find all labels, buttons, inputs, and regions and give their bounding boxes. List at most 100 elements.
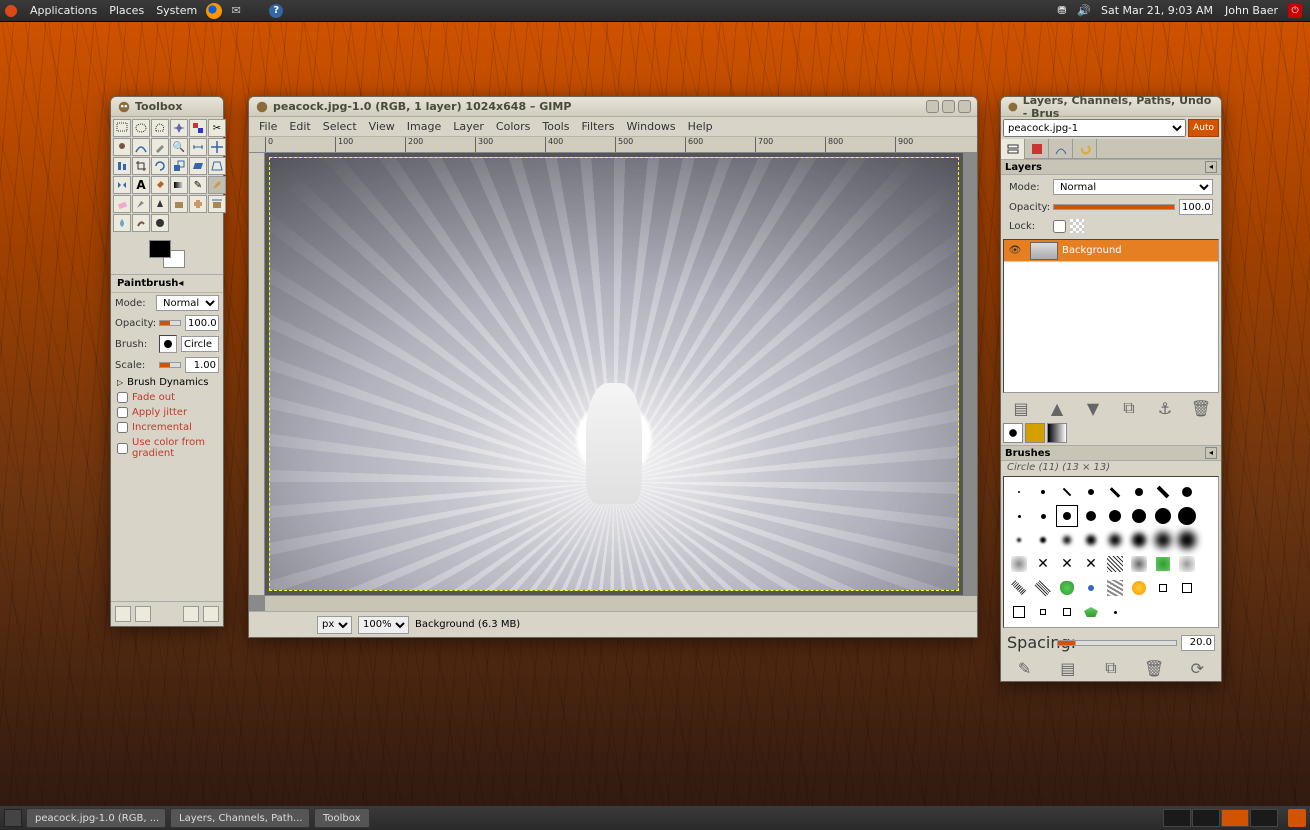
eraser-tool-icon[interactable] — [113, 195, 131, 213]
brush-item[interactable] — [1152, 553, 1174, 575]
perspective-tool-icon[interactable] — [208, 157, 226, 175]
blur-tool-icon[interactable] — [113, 214, 131, 232]
new-brush-icon[interactable]: ▤ — [1059, 659, 1077, 677]
layers-menu-icon[interactable]: ◂ — [1205, 161, 1217, 173]
file-menu[interactable]: File — [253, 120, 283, 133]
brush-item[interactable] — [1176, 505, 1198, 527]
brush-item[interactable] — [1152, 481, 1174, 503]
brush-item[interactable] — [1104, 577, 1126, 599]
scissors-tool-icon[interactable]: ✂ — [208, 119, 226, 137]
ink-tool-icon[interactable] — [151, 195, 169, 213]
task-button[interactable]: peacock.jpg-1.0 (RGB, ... — [26, 808, 166, 828]
auto-button[interactable]: Auto — [1188, 119, 1219, 137]
ellipse-select-tool-icon[interactable] — [132, 119, 150, 137]
align-tool-icon[interactable] — [113, 157, 131, 175]
brush-item[interactable] — [1056, 481, 1078, 503]
scale-slider[interactable] — [159, 362, 181, 368]
horizontal-ruler[interactable]: 0100200300400500600700800900 — [249, 137, 977, 153]
workspace-1[interactable] — [1163, 809, 1191, 827]
brush-item[interactable] — [1032, 577, 1054, 599]
brush-name-field[interactable] — [181, 336, 219, 352]
minimize-button[interactable] — [926, 100, 939, 113]
reset-options-icon[interactable] — [203, 606, 219, 622]
brushes-menu-icon[interactable]: ◂ — [1205, 447, 1217, 459]
tools-menu[interactable]: Tools — [536, 120, 575, 133]
rotate-tool-icon[interactable] — [151, 157, 169, 175]
close-button[interactable] — [958, 100, 971, 113]
workspace-4[interactable] — [1250, 809, 1278, 827]
visibility-toggle-icon[interactable]: 👁 — [1004, 245, 1026, 256]
help-launcher-icon[interactable]: ? — [268, 3, 284, 19]
fadeout-checkbox[interactable] — [117, 392, 128, 403]
layer-name[interactable]: Background — [1062, 245, 1122, 256]
spacing-slider[interactable] — [1057, 640, 1177, 646]
scale-tool-icon[interactable] — [170, 157, 188, 175]
volume-icon[interactable]: 🔊 — [1076, 3, 1092, 19]
brush-item[interactable] — [1080, 481, 1102, 503]
show-desktop-icon[interactable] — [4, 809, 22, 827]
brush-item[interactable] — [1008, 577, 1030, 599]
flip-tool-icon[interactable] — [113, 176, 131, 194]
filters-menu[interactable]: Filters — [575, 120, 620, 133]
brush-item[interactable] — [1176, 529, 1198, 551]
help-menu[interactable]: Help — [682, 120, 719, 133]
spacing-input[interactable] — [1181, 635, 1215, 651]
scale-input[interactable] — [185, 357, 219, 373]
brush-item[interactable] — [1128, 553, 1150, 575]
brush-item[interactable] — [1008, 601, 1030, 623]
layer-thumbnail[interactable] — [1030, 242, 1058, 260]
save-options-icon[interactable] — [115, 606, 131, 622]
restore-options-icon[interactable] — [135, 606, 151, 622]
brush-item[interactable] — [1008, 529, 1030, 551]
anchor-layer-icon[interactable]: ⚓ — [1156, 399, 1174, 417]
brush-item[interactable] — [1176, 481, 1198, 503]
delete-brush-icon[interactable]: 🗑 — [1145, 659, 1163, 677]
brush-item[interactable] — [1080, 577, 1102, 599]
clone-tool-icon[interactable] — [170, 195, 188, 213]
gradients-tab-icon[interactable] — [1047, 423, 1067, 443]
distributor-logo-icon[interactable] — [4, 4, 18, 18]
duplicate-brush-icon[interactable]: ⧉ — [1102, 659, 1120, 677]
layer-menu[interactable]: Layer — [447, 120, 490, 133]
brush-item[interactable] — [1104, 481, 1126, 503]
pencil-tool-icon[interactable]: ✎ — [189, 176, 207, 194]
brush-item[interactable] — [1032, 529, 1054, 551]
layer-opacity-input[interactable] — [1179, 199, 1213, 215]
brush-item[interactable] — [1152, 529, 1174, 551]
lock-alpha-checkbox[interactable] — [1053, 220, 1066, 233]
brush-item[interactable] — [1056, 529, 1078, 551]
system-menu[interactable]: System — [150, 4, 203, 17]
by-color-select-tool-icon[interactable] — [189, 119, 207, 137]
usecolor-checkbox[interactable] — [117, 443, 128, 454]
image-select[interactable]: peacock.jpg-1 — [1003, 119, 1186, 137]
brush-item-selected[interactable] — [1056, 505, 1078, 527]
toolbox-titlebar[interactable]: Toolbox — [111, 97, 223, 117]
crop-tool-icon[interactable] — [132, 157, 150, 175]
brushes-tab-icon[interactable] — [1003, 423, 1023, 443]
channels-tab-icon[interactable] — [1025, 139, 1049, 159]
brush-item[interactable]: ✕ — [1032, 553, 1054, 575]
lower-layer-icon[interactable]: ▼ — [1084, 399, 1102, 417]
places-menu[interactable]: Places — [103, 4, 150, 17]
edit-brush-icon[interactable]: ✎ — [1016, 659, 1034, 677]
layer-list[interactable]: 👁 Background — [1003, 239, 1219, 393]
paths-tool-icon[interactable] — [132, 138, 150, 156]
bucket-fill-tool-icon[interactable] — [151, 176, 169, 194]
horizontal-scrollbar[interactable] — [265, 595, 977, 611]
unit-select[interactable]: px — [317, 616, 352, 634]
brush-item[interactable] — [1104, 553, 1126, 575]
brush-item[interactable] — [1104, 505, 1126, 527]
edit-menu[interactable]: Edit — [283, 120, 316, 133]
task-button[interactable]: Toolbox — [314, 808, 370, 828]
image-canvas[interactable] — [265, 153, 963, 595]
move-tool-icon[interactable] — [208, 138, 226, 156]
brush-item[interactable] — [1128, 481, 1150, 503]
delete-options-icon[interactable] — [183, 606, 199, 622]
heal-tool-icon[interactable] — [189, 195, 207, 213]
shutdown-icon[interactable]: ⏻ — [1287, 3, 1303, 19]
patterns-tab-icon[interactable] — [1025, 423, 1045, 443]
text-tool-icon[interactable]: A — [132, 176, 150, 194]
brush-item[interactable] — [1056, 577, 1078, 599]
opacity-slider[interactable] — [159, 320, 181, 326]
raise-layer-icon[interactable]: ▲ — [1048, 399, 1066, 417]
